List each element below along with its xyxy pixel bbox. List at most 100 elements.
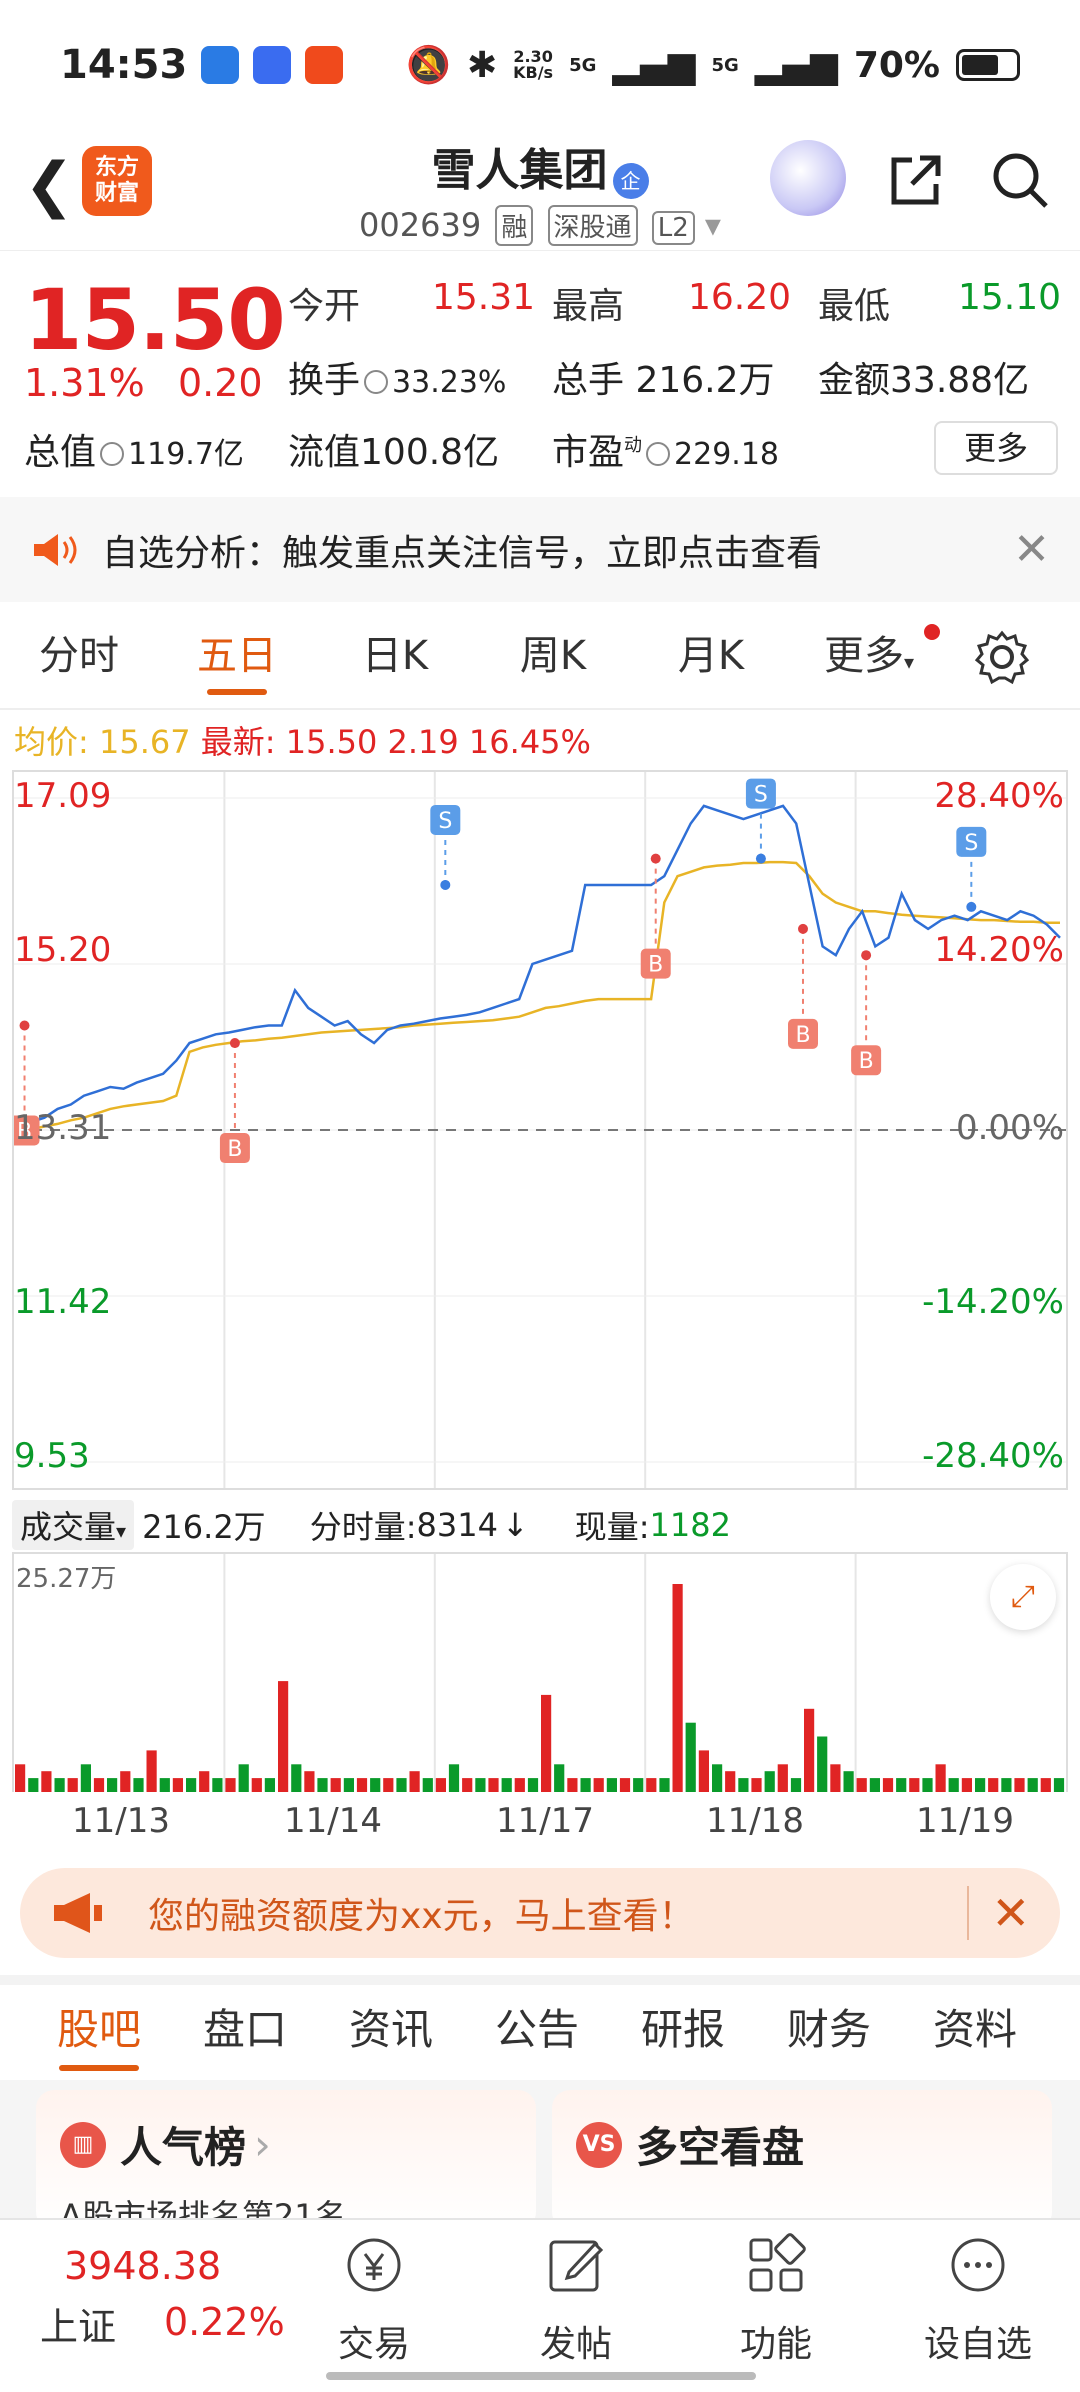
amount-cell: 金额33.88亿 <box>818 360 1030 401</box>
bull-bear-card[interactable]: VS 多空看盘 <box>552 2090 1052 2230</box>
volume-bar <box>212 1778 223 1792</box>
volume-bar <box>278 1681 289 1792</box>
volume-bar <box>172 1778 183 1792</box>
volume-bar <box>896 1778 907 1792</box>
settings-gear-icon[interactable] <box>972 627 1032 687</box>
tab-order-book[interactable]: 盘口 <box>172 1985 318 2075</box>
volume-bar <box>93 1778 105 1792</box>
signal-dot <box>798 923 808 934</box>
volume-bar <box>67 1778 78 1792</box>
volume-bar <box>264 1778 275 1792</box>
close-icon[interactable]: ✕ <box>1013 524 1050 575</box>
margin-banner[interactable]: 您的融资额度为xx元，马上查看！ ✕ <box>20 1868 1060 1958</box>
tab-monthly-k[interactable]: 月K <box>632 604 790 709</box>
nav-post-label: 发帖 <box>539 2324 612 2365</box>
share-icon[interactable] <box>884 148 948 212</box>
price-line <box>17 804 1061 1132</box>
volume-bar <box>28 1778 39 1792</box>
mktcap-cell[interactable]: 总值 119.7亿 <box>24 423 244 475</box>
volume-bar <box>922 1778 933 1792</box>
volume-selector[interactable]: 成交量▾ <box>12 1500 135 1550</box>
nav-trade[interactable]: 交易 <box>304 2230 444 2367</box>
stock-name: 雪人集团 <box>431 145 608 196</box>
buy-marker-label: B <box>859 1049 874 1074</box>
volume-bar <box>843 1771 854 1792</box>
five-day-chart[interactable]: BBSBSBBS 17.09 15.20 13.31 11.42 9.53 28… <box>12 770 1068 1490</box>
tick-volume-label: 分时量: <box>309 1508 417 1546</box>
status-bar: 14:53 🔕 ✱ 2.30 KB/s 5G ▂▄▆ 5G ▂▄▆ 70% <box>0 0 1080 130</box>
more-quote-button[interactable]: 更多 <box>934 421 1058 475</box>
tab-five-day[interactable]: 五日 <box>158 604 316 709</box>
tab-finance[interactable]: 财务 <box>756 1985 902 2075</box>
home-indicator[interactable] <box>326 2372 756 2380</box>
volume-bar <box>120 1771 131 1792</box>
volume-bar <box>1014 1778 1025 1792</box>
volume-bar <box>685 1722 696 1792</box>
tab-more[interactable]: 更多▾ <box>790 604 948 709</box>
volume-bar <box>251 1778 262 1792</box>
now-volume-label: 现量: <box>574 1508 650 1546</box>
nav-add-watchlist[interactable]: 设自选 <box>908 2230 1048 2367</box>
volume-bar <box>738 1778 749 1792</box>
volume-bar <box>856 1778 867 1792</box>
volume-bar <box>804 1708 815 1792</box>
stock-header: ❮ 东方财富 雪人集团 企 002639 融 深股通 L2 ▾ <box>0 130 1080 248</box>
y-right-tick: -14.20% <box>922 1282 1064 1322</box>
volume-bar <box>225 1778 236 1792</box>
price-info-line: 均价: 15.67 最新: 15.50 2.19 16.45% <box>14 717 591 763</box>
popularity-card[interactable]: ▥ 人气榜 › A股市场排名第21名 <box>36 2090 536 2235</box>
turnover-cell[interactable]: 换手 33.23% <box>288 351 506 403</box>
low-label: 最低 <box>818 286 891 327</box>
index-ticker[interactable]: 3948.38 上证 0.22% <box>40 2244 285 2351</box>
tab-intraday[interactable]: 分时 <box>0 604 158 709</box>
pe-cell[interactable]: 市盈动 229.18 <box>552 423 779 475</box>
tab-weekly-k[interactable]: 周K <box>474 604 632 709</box>
tab-announcements[interactable]: 公告 <box>464 1985 610 2075</box>
volume-bar <box>751 1778 762 1792</box>
nav-add-watchlist-label: 设自选 <box>923 2324 1032 2365</box>
close-banner-icon[interactable]: ✕ <box>967 1886 1030 1940</box>
volume-total: 216.2万 <box>142 1508 266 1546</box>
nav-trade-label: 交易 <box>337 2324 410 2365</box>
volume-bar <box>514 1778 525 1792</box>
volume-bar <box>1053 1778 1065 1792</box>
volume-bar <box>356 1778 368 1792</box>
price-chart-svg: BBSBSBBS <box>14 772 1066 1488</box>
volume-bar <box>988 1778 999 1792</box>
tab-research[interactable]: 研报 <box>610 1985 756 2075</box>
date-label: 11/18 <box>706 1801 804 1841</box>
volume-bar <box>1027 1778 1038 1792</box>
volume-bar <box>422 1778 433 1792</box>
tab-profile[interactable]: 资料 <box>902 1985 1048 2075</box>
volume-bar <box>646 1778 657 1792</box>
volume-chart[interactable]: 25.27万 ⤢ <box>12 1552 1068 1792</box>
nav-functions[interactable]: 功能 <box>706 2230 846 2367</box>
notice-text: 自选分析：触发重点关注信号，立即点击查看 <box>102 532 823 574</box>
volume-bar <box>790 1778 802 1792</box>
tab-daily-k[interactable]: 日K <box>316 604 474 709</box>
search-icon[interactable] <box>988 148 1052 212</box>
dropdown-icon[interactable]: ▾ <box>705 206 721 244</box>
volume-bar <box>817 1736 828 1792</box>
signal-icon: ▂▄▆ <box>754 44 838 86</box>
volume-bar <box>146 1750 157 1792</box>
tab-news[interactable]: 资讯 <box>318 1985 464 2075</box>
tab-forum[interactable]: 股吧 <box>26 1985 172 2075</box>
expand-icon[interactable]: ⤢ <box>990 1564 1056 1630</box>
baidu-notification-icon <box>253 46 292 84</box>
analysis-notice[interactable]: 自选分析：触发重点关注信号，立即点击查看 ✕ <box>0 497 1080 602</box>
volume-bar <box>830 1764 841 1792</box>
chart-bars-icon: ▥ <box>60 2121 106 2168</box>
nav-post[interactable]: 发帖 <box>506 2230 646 2367</box>
assistant-avatar-icon[interactable] <box>770 140 846 216</box>
change-amount: 0.20 <box>178 361 263 405</box>
level2-tag: L2 <box>651 210 695 245</box>
more-dots-icon <box>951 2238 1005 2292</box>
now-volume-value: 1182 <box>649 1506 731 1544</box>
signal-dot <box>650 853 661 864</box>
grid-functions-icon <box>749 2233 806 2292</box>
volume-bar <box>1040 1778 1051 1792</box>
buy-marker-label: B <box>227 1137 242 1162</box>
volume-bar <box>186 1778 197 1792</box>
index-value: 3948.38 <box>64 2244 222 2288</box>
